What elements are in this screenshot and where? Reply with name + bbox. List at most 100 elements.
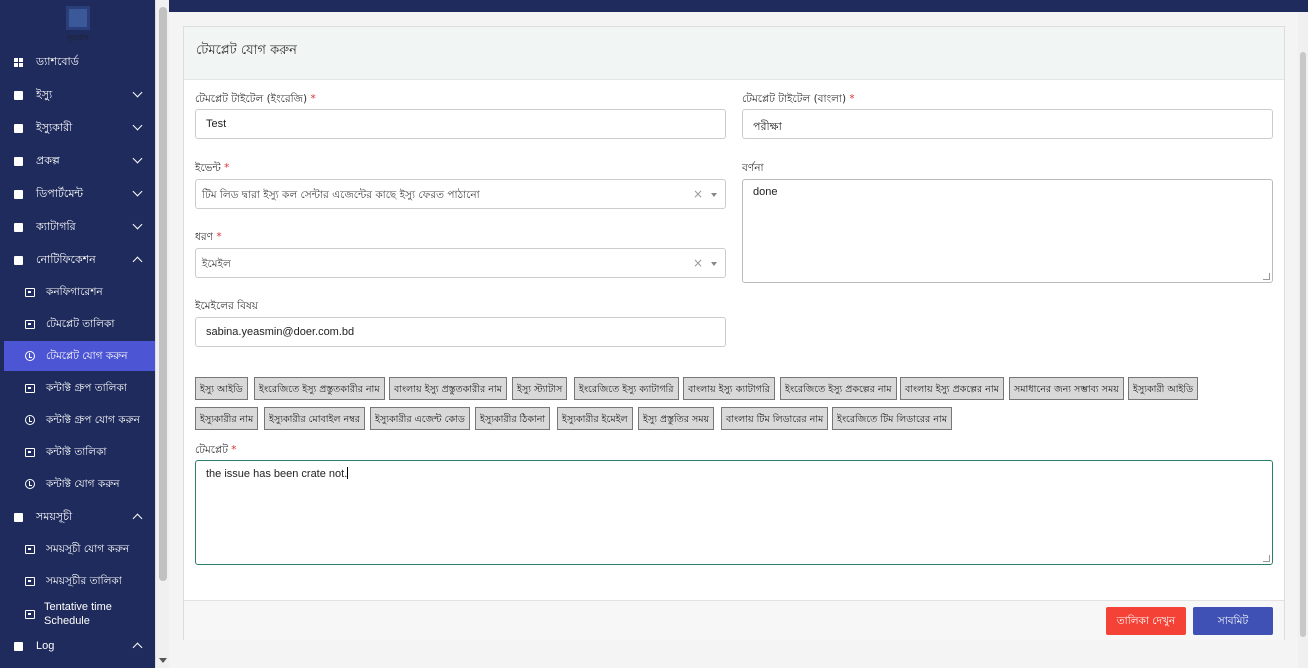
list-icon xyxy=(14,157,23,166)
sidebar-item-label: ডিপার্টমেন্ট xyxy=(36,186,84,200)
list-icon xyxy=(14,513,23,522)
placeholder-tag[interactable]: বাংলায় ইস্যু ক্যাটাগরি xyxy=(683,377,775,400)
email-subject-label: ইমেইলের বিষয় xyxy=(195,300,258,312)
sidebar-subitem-add-template[interactable]: টেমপ্লেট যোগ করুন xyxy=(4,341,155,371)
email-subject-input[interactable]: sabina.yeasmin@doer.com.bd xyxy=(195,317,726,347)
placeholder-tag[interactable]: সমাধানের জন্য সম্ভাব্য সময় xyxy=(1009,377,1124,400)
placeholder-tag[interactable]: ইস্যুকারীর এজেন্ট কোড xyxy=(370,407,470,430)
list-icon xyxy=(25,319,35,329)
sidebar-item-issuer[interactable]: ইস্যুকারী xyxy=(0,113,155,143)
sidebar-item-project[interactable]: প্রকল্প xyxy=(0,146,155,176)
sidebar-item-notification[interactable]: নোটিফিকেশন xyxy=(0,245,155,275)
sidebar-subitem-add-schedule[interactable]: সময়সূচী যোগ করুন xyxy=(0,534,155,564)
sidebar-subitem-template-list[interactable]: টেমপ্লেট তালিকা xyxy=(0,309,155,339)
sidebar-item-schedule[interactable]: সময়সূচী xyxy=(0,502,155,532)
chevron-up-icon xyxy=(132,642,143,653)
event-selected-value: টিম লিড দ্বারা ইস্যু কল সেন্টার এজেন্টের… xyxy=(202,189,480,201)
resize-handle-icon[interactable] xyxy=(1263,555,1270,562)
sidebar-item-issue[interactable]: ইস্যু xyxy=(0,80,155,110)
page-scrollbar[interactable] xyxy=(1298,12,1308,668)
sidebar-subitem-configuration[interactable]: কনফিগারেশন xyxy=(0,277,155,307)
label-text: ইভেন্ট xyxy=(195,162,221,174)
placeholder-tag[interactable]: ইস্যুকারীর ঠিকানা xyxy=(475,407,551,430)
logo-mark xyxy=(66,6,90,30)
scrollbar-thumb[interactable] xyxy=(1300,52,1306,637)
list-icon xyxy=(14,256,23,265)
sidebar-subitem-schedule-list[interactable]: সময়সূচীর তালিকা xyxy=(0,566,155,596)
placeholder-tag[interactable]: বাংলায় ইস্যু প্রস্তুতকারীর নাম xyxy=(389,377,507,400)
sidebar-item-dashboard[interactable]: ড্যাশবোর্ড xyxy=(0,47,155,77)
card-footer: তালিকা দেখুন সাবমিট xyxy=(184,600,1284,640)
sidebar-scrollbar[interactable] xyxy=(155,0,169,668)
scroll-down-arrow-icon[interactable] xyxy=(159,658,167,663)
sidebar-item-label: ইস্যুকারী xyxy=(36,120,73,134)
placeholder-tag[interactable]: ইংরেজিতে ইস্যু ক্যাটাগরি xyxy=(574,377,679,400)
placeholder-tag[interactable]: ইংরেজিতে ইস্যু প্রকল্পের নাম xyxy=(780,377,897,400)
event-label: ইভেন্ট * xyxy=(195,161,229,178)
placeholder-tag[interactable]: ইস্যুকারী আইডি xyxy=(1128,377,1199,400)
placeholder-tag[interactable]: ইংরেজিতে টিম লিডারের নাম xyxy=(832,407,952,430)
clear-icon[interactable]: × xyxy=(693,187,703,201)
view-list-button[interactable]: তালিকা দেখুন xyxy=(1106,607,1186,635)
logo[interactable]: দূতাবাস xyxy=(66,4,90,42)
description-textarea[interactable]: done xyxy=(742,179,1273,283)
resize-handle-icon[interactable] xyxy=(1263,273,1270,280)
placeholder-tag[interactable]: ইস্যুকারীর নাম xyxy=(195,407,259,430)
sidebar-item-category[interactable]: ক্যাটাগরি xyxy=(0,212,155,242)
list-icon xyxy=(14,91,23,100)
top-bar xyxy=(169,0,1308,12)
description-label: বর্ণনা xyxy=(742,162,764,174)
label-text: টেমপ্লেট xyxy=(195,444,228,456)
list-icon xyxy=(25,544,35,554)
card-header: টেমপ্লেট যোগ করুন xyxy=(184,27,1284,80)
dropdown-caret-icon[interactable] xyxy=(711,262,717,266)
required-mark: * xyxy=(231,444,237,456)
list-icon xyxy=(14,190,23,199)
sidebar-subitem-add-contact[interactable]: কন্টাক্ট যোগ করুন xyxy=(0,469,155,499)
template-textarea[interactable]: the issue has been crate not. xyxy=(195,460,1273,565)
list-icon xyxy=(25,447,35,457)
event-select[interactable]: টিম লিড দ্বারা ইস্যু কল সেন্টার এজেন্টের… xyxy=(195,179,726,209)
description-text: done xyxy=(753,186,778,198)
chevron-up-icon xyxy=(132,256,143,267)
sidebar-subitem-add-contact-group[interactable]: কন্টাক্ট গ্রুপ যোগ করুন xyxy=(0,405,155,435)
template-text: the issue has been crate not. xyxy=(206,468,348,480)
sidebar-subitem-contact-group-list[interactable]: কন্টাক্ট গ্রুপ তালিকা xyxy=(0,373,155,403)
history-icon xyxy=(25,415,35,425)
placeholder-tag[interactable]: বাংলায় ইস্যু প্রকল্পের নাম xyxy=(900,377,1004,400)
label-text: টেমপ্লেট টাইটেল (বাংলা) xyxy=(742,93,847,105)
placeholder-tag[interactable]: ইস্যু আইডি xyxy=(195,377,248,400)
sidebar-subitem-tentative-schedule[interactable]: Tentative time Schedule xyxy=(0,598,155,630)
placeholder-tag[interactable]: ইস্যু স্ট্যাটাস xyxy=(512,377,568,400)
template-form-card: টেমপ্লেট যোগ করুন টেমপ্লেট টাইটেল (ইংরেজ… xyxy=(183,26,1285,640)
dropdown-caret-icon[interactable] xyxy=(711,193,717,197)
type-select[interactable]: ইমেইল × xyxy=(195,248,726,278)
sidebar-subitem-label: Tentative time Schedule xyxy=(44,601,112,627)
clear-icon[interactable]: × xyxy=(693,256,703,270)
chevron-down-icon xyxy=(132,153,143,164)
history-icon xyxy=(25,479,35,489)
submit-button[interactable]: সাবমিট xyxy=(1193,607,1273,635)
sidebar-item-label: নোটিফিকেশন xyxy=(36,252,96,266)
placeholder-tag[interactable]: বাংলায় টিম লিডারের নাম xyxy=(721,407,829,430)
sidebar-subitem-contact-list[interactable]: কন্টাক্ট তালিকা xyxy=(0,437,155,467)
sidebar-subitem-label: কন্টাক্ট গ্রুপ তালিকা xyxy=(46,382,127,394)
title-bn-input[interactable]: পরীক্ষা xyxy=(742,109,1273,139)
config-icon xyxy=(25,287,35,297)
placeholder-tag[interactable]: ইস্যু প্রস্তুতির সময় xyxy=(638,407,715,430)
label-text: টেমপ্লেট টাইটেল (ইংরেজি) xyxy=(195,93,308,105)
sidebar-subitem-label: টেমপ্লেট যোগ করুন xyxy=(46,350,128,362)
title-en-input[interactable]: Test xyxy=(195,109,726,139)
placeholder-tag[interactable]: ইংরেজিতে ইস্যু প্রস্তুতকারীর নাম xyxy=(254,377,385,400)
required-mark: * xyxy=(310,93,316,105)
sidebar-item-department[interactable]: ডিপার্টমেন্ট xyxy=(0,179,155,209)
placeholder-tag[interactable]: ইস্যুকারীর মোবাইল নম্বর xyxy=(264,407,366,430)
text-cursor xyxy=(347,467,349,479)
sidebar-item-label: ক্যাটাগরি xyxy=(36,219,76,233)
list-icon xyxy=(25,383,35,393)
sidebar-item-log[interactable]: Log xyxy=(0,631,155,661)
placeholder-tag[interactable]: ইস্যুকারীর ইমেইল xyxy=(557,407,633,430)
list-icon xyxy=(25,609,35,619)
scrollbar-thumb[interactable] xyxy=(159,7,167,581)
chevron-down-icon xyxy=(132,219,143,230)
